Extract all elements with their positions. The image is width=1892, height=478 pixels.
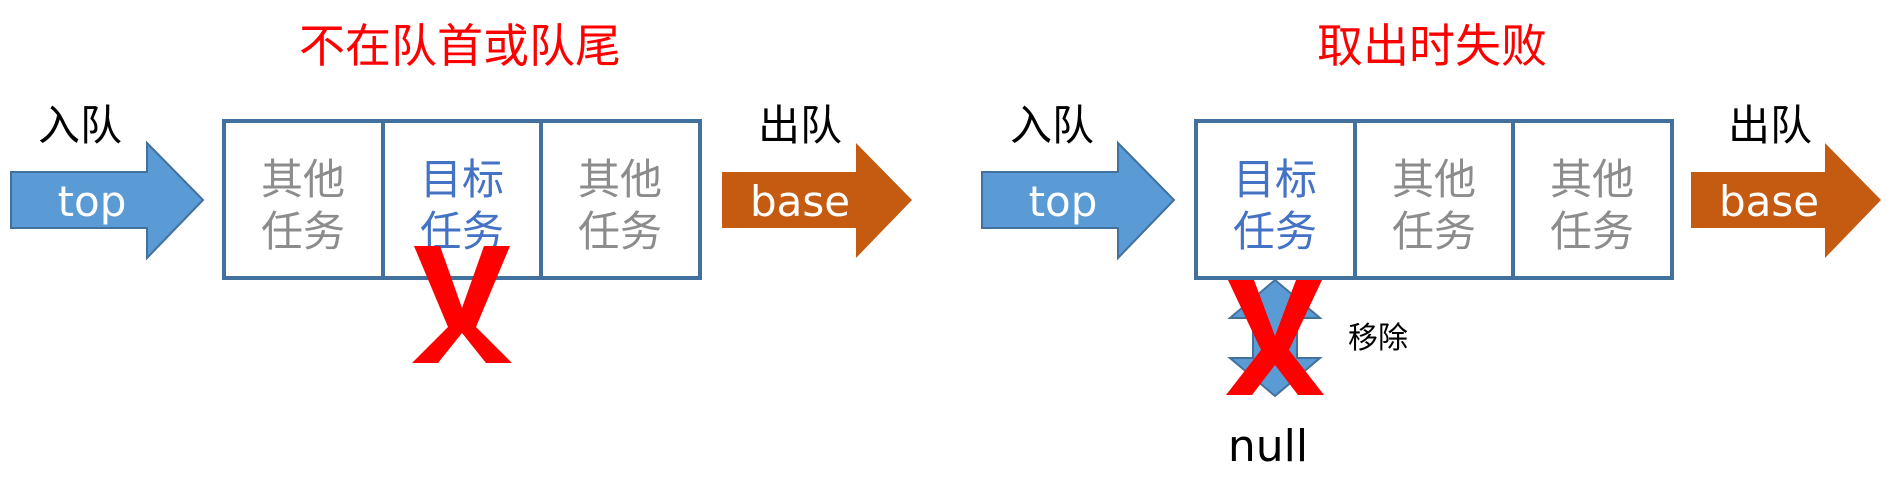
right-remove-label: 移除 bbox=[1348, 321, 1408, 356]
left-queue: 其他 任务 目标 任务 其他 任务 bbox=[222, 119, 702, 280]
right-top-arrow-label: top bbox=[1029, 177, 1098, 226]
right-top-arrow: top bbox=[981, 140, 1176, 261]
left-cell-2-line1: 目标 bbox=[420, 155, 504, 204]
left-dequeue-label: 出队 bbox=[758, 101, 842, 150]
right-cell-2-line2: 任务 bbox=[1392, 207, 1476, 256]
right-queue: 目标 任务 其他 任务 其他 任务 bbox=[1194, 119, 1674, 280]
left-cell-3-line1: 其他 bbox=[578, 155, 662, 204]
left-cell-1-line2: 任务 bbox=[261, 207, 345, 256]
right-dequeue-label: 出队 bbox=[1728, 101, 1812, 150]
left-cell-1-line1: 其他 bbox=[261, 155, 345, 204]
queue-removal-diagram: 不在队首或队尾 入队 top 其他 任务 目标 任务 其他 任务 出队 base bbox=[10, 19, 1881, 472]
right-cell-2-line1: 其他 bbox=[1392, 155, 1476, 204]
right-null-label: null bbox=[1228, 421, 1308, 472]
right-cell-3-line1: 其他 bbox=[1550, 155, 1634, 204]
left-enqueue-label: 入队 bbox=[38, 101, 122, 150]
left-panel: 不在队首或队尾 入队 top 其他 任务 目标 任务 其他 任务 出队 base bbox=[10, 19, 912, 363]
right-enqueue-label: 入队 bbox=[1010, 101, 1094, 150]
right-cell-1-line2: 任务 bbox=[1233, 207, 1317, 256]
right-title: 取出时失败 bbox=[1317, 19, 1547, 73]
right-cell-3-line2: 任务 bbox=[1550, 207, 1634, 256]
left-base-arrow: base bbox=[722, 143, 912, 258]
left-base-arrow-label: base bbox=[750, 177, 850, 226]
right-cell-1-line1: 目标 bbox=[1233, 155, 1317, 204]
right-base-arrow: base bbox=[1691, 143, 1881, 258]
right-panel: 取出时失败 入队 top 目标 任务 其他 任务 其他 任务 移除 null 出… bbox=[981, 19, 1881, 472]
right-base-arrow-label: base bbox=[1719, 177, 1819, 226]
left-top-arrow: top bbox=[10, 140, 205, 261]
left-top-arrow-label: top bbox=[58, 177, 127, 226]
left-cell-3-line2: 任务 bbox=[578, 207, 662, 256]
left-title: 不在队首或队尾 bbox=[299, 19, 621, 73]
